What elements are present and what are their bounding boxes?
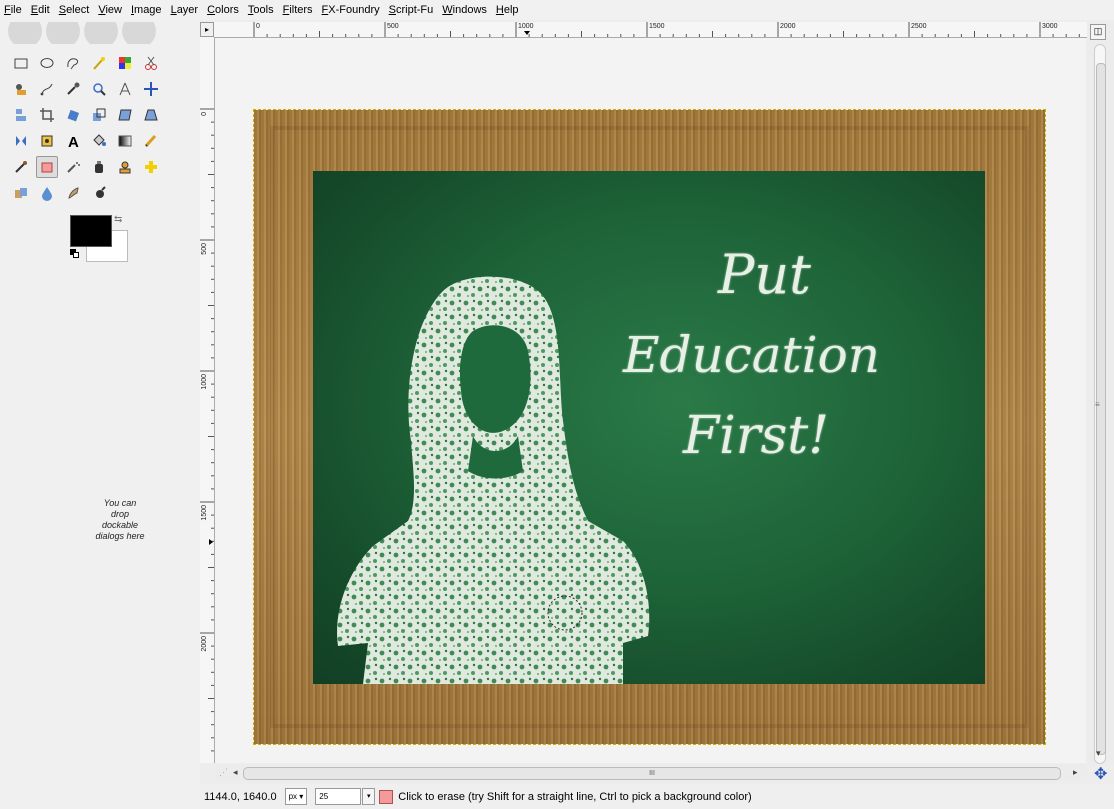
blend-icon[interactable] (114, 130, 136, 152)
menu-select[interactable]: Select (59, 4, 90, 16)
ruler-left-label: 2000 (201, 636, 208, 652)
scissors-select-icon[interactable] (140, 52, 162, 74)
pencil-icon[interactable] (140, 130, 162, 152)
eraser-tool-icon (379, 789, 394, 804)
cage-transform-icon[interactable] (36, 130, 58, 152)
zoom-dropdown-button[interactable]: ▾ (362, 788, 376, 805)
menubar: File Edit Select View Image Layer Colors Tools F… (0, 0, 1114, 20)
select-by-color-icon[interactable] (114, 52, 136, 74)
zoom-icon[interactable] (88, 78, 110, 100)
ruler-top-label: 3000 (1042, 23, 1058, 30)
svg-text:A: A (68, 134, 79, 149)
ruler-left-label: 0 (201, 112, 208, 116)
ellipse-select-icon[interactable] (36, 52, 58, 74)
clone-icon[interactable] (114, 156, 136, 178)
rotate-icon[interactable] (62, 104, 84, 126)
board-text-first: First! (683, 406, 830, 466)
swap-colors-icon[interactable]: ⇆ (114, 214, 122, 225)
paths-icon[interactable] (36, 78, 58, 100)
airbrush-icon[interactable] (62, 156, 84, 178)
text-icon[interactable]: A (62, 130, 84, 152)
menu-image[interactable]: Image (131, 4, 162, 16)
ruler-left[interactable]: 0 500 1000 1500 2000 (200, 37, 215, 763)
ink-icon[interactable] (88, 156, 110, 178)
statusbar: 1144.0, 1640.0 px ▾ 25 ▾ Click to erase … (200, 784, 1114, 809)
fuzzy-select-icon[interactable] (88, 52, 110, 74)
bucket-fill-icon[interactable] (88, 130, 110, 152)
chalk-girl-silhouette (337, 276, 650, 684)
dock-hint: You can drop dockable dialogs here (95, 498, 145, 541)
chalkboard: Put Education First! (313, 171, 985, 684)
menu-tools[interactable]: Tools (248, 4, 274, 16)
quick-mask-toggle[interactable]: ▸ (200, 22, 214, 37)
crop-icon[interactable] (36, 104, 58, 126)
default-colors-icon[interactable] (70, 249, 79, 258)
ruler-pointer-marker-vertical (209, 539, 213, 545)
pointer-coordinates: 1144.0, 1640.0 (204, 790, 277, 803)
ruler-top-label: 0 (256, 23, 260, 30)
toolbox: A ⇆ You can drop dockable dialogs here (0, 20, 200, 809)
unit-value: px (288, 792, 298, 801)
shear-icon[interactable] (114, 104, 136, 126)
ruler-top-label: 2500 (911, 23, 927, 30)
board-text-put: Put (718, 243, 811, 306)
ruler-left-label: 1500 (201, 505, 208, 521)
menu-file[interactable]: File (4, 4, 22, 16)
wooden-frame: Put Education First! (253, 109, 1046, 745)
ruler-top-label: 1000 (518, 23, 534, 30)
vertical-scrollbar[interactable]: ▾ ≡ (1087, 22, 1114, 764)
menu-help[interactable]: Help (496, 4, 519, 16)
perspective-icon[interactable] (140, 104, 162, 126)
smudge-icon[interactable] (62, 182, 84, 204)
menu-view[interactable]: View (98, 4, 122, 16)
perspective-clone-icon[interactable] (10, 182, 32, 204)
zoom-fit-icon[interactable]: ◫ (1090, 24, 1106, 40)
blur-icon[interactable] (36, 182, 58, 204)
menu-windows[interactable]: Windows (442, 4, 487, 16)
rect-select-icon[interactable] (10, 52, 32, 74)
ruler-left-label: 1000 (201, 374, 208, 390)
ruler-top[interactable]: 0 500 1000 1500 2000 2500 3000 (214, 22, 1087, 38)
measure-icon[interactable] (114, 78, 136, 100)
color-picker-icon[interactable] (62, 78, 84, 100)
unit-select[interactable]: px ▾ (284, 788, 308, 805)
horizontal-scrollbar[interactable]: ⋰ ◂ III ▸ (215, 764, 1087, 782)
scroll-down-arrow[interactable]: ▾ (1096, 748, 1101, 759)
zoom-select[interactable]: 25 (315, 788, 362, 805)
scroll-right-arrow[interactable]: ▸ (1073, 767, 1078, 778)
image-canvas[interactable]: Put Education First! (215, 38, 1086, 763)
ruler-left-label: 500 (201, 243, 208, 255)
scale-icon[interactable] (88, 104, 110, 126)
scroll-left-arrow[interactable]: ◂ (233, 767, 238, 778)
menu-colors[interactable]: Colors (207, 4, 239, 16)
align-icon[interactable] (10, 104, 32, 126)
navigate-icon[interactable]: ✥ (1094, 764, 1107, 784)
move-icon[interactable] (140, 78, 162, 100)
menu-filters[interactable]: Filters (283, 4, 313, 16)
menu-script-fu[interactable]: Script-Fu (389, 4, 434, 16)
flip-icon[interactable] (10, 130, 32, 152)
vscroll-grip: ≡ (1095, 400, 1100, 409)
free-select-icon[interactable] (62, 52, 84, 74)
foreground-select-icon[interactable] (10, 78, 32, 100)
vertical-scroll-thumb[interactable] (1096, 63, 1106, 755)
toolbox-header-decoration (8, 22, 168, 44)
zoom-value: 25 (319, 792, 329, 801)
tool-grid: A (8, 50, 164, 206)
eraser-icon[interactable] (36, 156, 58, 178)
ruler-top-label: 500 (387, 23, 399, 30)
menu-layer[interactable]: Layer (171, 4, 199, 16)
menu-edit[interactable]: Edit (31, 4, 50, 16)
heal-icon[interactable] (140, 156, 162, 178)
menu-fx-foundry[interactable]: FX-Foundry (322, 4, 380, 16)
foreground-color-swatch[interactable] (70, 215, 112, 247)
status-message: Click to erase (try Shift for a straight… (398, 790, 752, 803)
scroll-left-corner: ⋰ (219, 767, 228, 777)
ruler-top-label: 2000 (780, 23, 796, 30)
paintbrush-icon[interactable] (10, 156, 32, 178)
horizontal-scroll-thumb[interactable]: III (243, 767, 1061, 780)
ruler-top-label: 1500 (649, 23, 665, 30)
dodge-burn-icon[interactable] (88, 182, 110, 204)
